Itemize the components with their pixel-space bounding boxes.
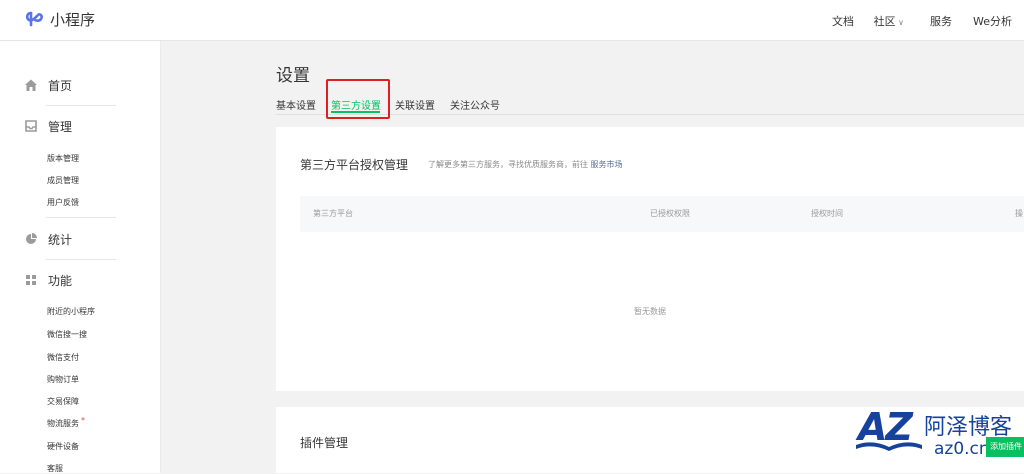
empty-state-text: 暂无数据 (634, 307, 666, 316)
new-indicator-dot: * (81, 416, 85, 425)
nav-community[interactable]: 社区 ∨ (874, 13, 904, 29)
sidebar-item-label: 统计 (48, 232, 73, 247)
chevron-down-icon: ∨ (895, 18, 904, 27)
nav-docs[interactable]: 文档 (832, 13, 854, 29)
sidebar-item-transaction-guarantee[interactable]: 交易保障 (47, 396, 79, 407)
grid-icon (26, 275, 36, 285)
divider (46, 105, 116, 106)
description-text: 了解更多第三方服务，寻找优质服务商，前往 (428, 160, 588, 169)
sidebar-item-shopping-orders[interactable]: 购物订单 (47, 374, 79, 385)
tab-basic-settings[interactable]: 基本设置 (276, 97, 316, 112)
nav-service[interactable]: 服务 (930, 13, 952, 29)
watermark-mark: AZ (858, 405, 913, 449)
sidebar-item-version-management[interactable]: 版本管理 (47, 153, 79, 164)
sidebar-item-user-feedback[interactable]: 用户反馈 (47, 197, 79, 208)
annotation-highlight-box (326, 79, 390, 119)
top-bar: 小程序 文档 社区 ∨ 服务 We分析 (0, 0, 1024, 41)
sidebar-item-manage[interactable]: 管理 (24, 116, 72, 136)
sidebar-item-label: 功能 (48, 273, 73, 288)
sidebar-item-nearby-mini-programs[interactable]: 附近的小程序 (47, 306, 95, 317)
card-title: 插件管理 (300, 436, 349, 450)
page-title: 设置 (276, 66, 310, 86)
sidebar-item-customer-service[interactable]: 客服 (47, 463, 63, 474)
sidebar-item-member-management[interactable]: 成员管理 (47, 175, 79, 186)
inbox-icon (25, 120, 37, 132)
divider (46, 217, 116, 218)
tab-follow-official-account[interactable]: 关注公众号 (450, 97, 500, 112)
sidebar-item-label: 管理 (48, 119, 73, 134)
column-header-permissions: 已授权权限 (650, 209, 690, 218)
column-header-actions: 操 (1015, 209, 1023, 218)
pie-chart-icon (26, 233, 37, 244)
tab-linked-settings[interactable]: 关联设置 (395, 97, 435, 112)
divider (46, 259, 116, 260)
nav-community-label: 社区 (873, 15, 896, 28)
table-header: 第三方平台 已授权权限 授权时间 操 (300, 196, 1024, 232)
card-description: 了解更多第三方服务，寻找优质服务商，前往 服务市场 (428, 159, 623, 170)
mini-program-logo-icon[interactable] (24, 9, 44, 29)
sidebar-item-hardware[interactable]: 硬件设备 (47, 441, 79, 452)
sidebar-item-label: 首页 (48, 78, 73, 93)
sidebar-item-wechat-pay[interactable]: 微信支付 (47, 352, 79, 363)
brand-title[interactable]: 小程序 (50, 9, 95, 30)
sidebar-item-home[interactable]: 首页 (24, 75, 72, 95)
sidebar-item-wechat-search[interactable]: 微信搜一搜 (47, 329, 87, 340)
column-header-platform: 第三方平台 (313, 209, 353, 218)
sidebar-item-label: 物流服务 (47, 419, 79, 428)
column-header-auth-time: 授权时间 (811, 209, 843, 218)
home-icon (25, 79, 37, 91)
sidebar-item-features[interactable]: 功能 (24, 270, 72, 290)
sidebar-item-logistics[interactable]: 物流服务 * (47, 416, 85, 429)
add-plugin-button[interactable]: 添加插件 (986, 437, 1024, 457)
sidebar: 首页 管理 版本管理 成员管理 用户反馈 统计 功能 附近的小程序 微信搜一搜 … (0, 41, 161, 473)
card-title: 第三方平台授权管理 (300, 158, 409, 172)
third-party-auth-card: 第三方平台授权管理 了解更多第三方服务，寻找优质服务商，前往 服务市场 第三方平… (276, 127, 1024, 391)
nav-analytics[interactable]: We分析 (973, 13, 1012, 29)
watermark-url: az0.cn (934, 439, 990, 459)
service-market-link[interactable]: 服务市场 (591, 160, 623, 169)
sidebar-item-stats[interactable]: 统计 (24, 229, 72, 249)
